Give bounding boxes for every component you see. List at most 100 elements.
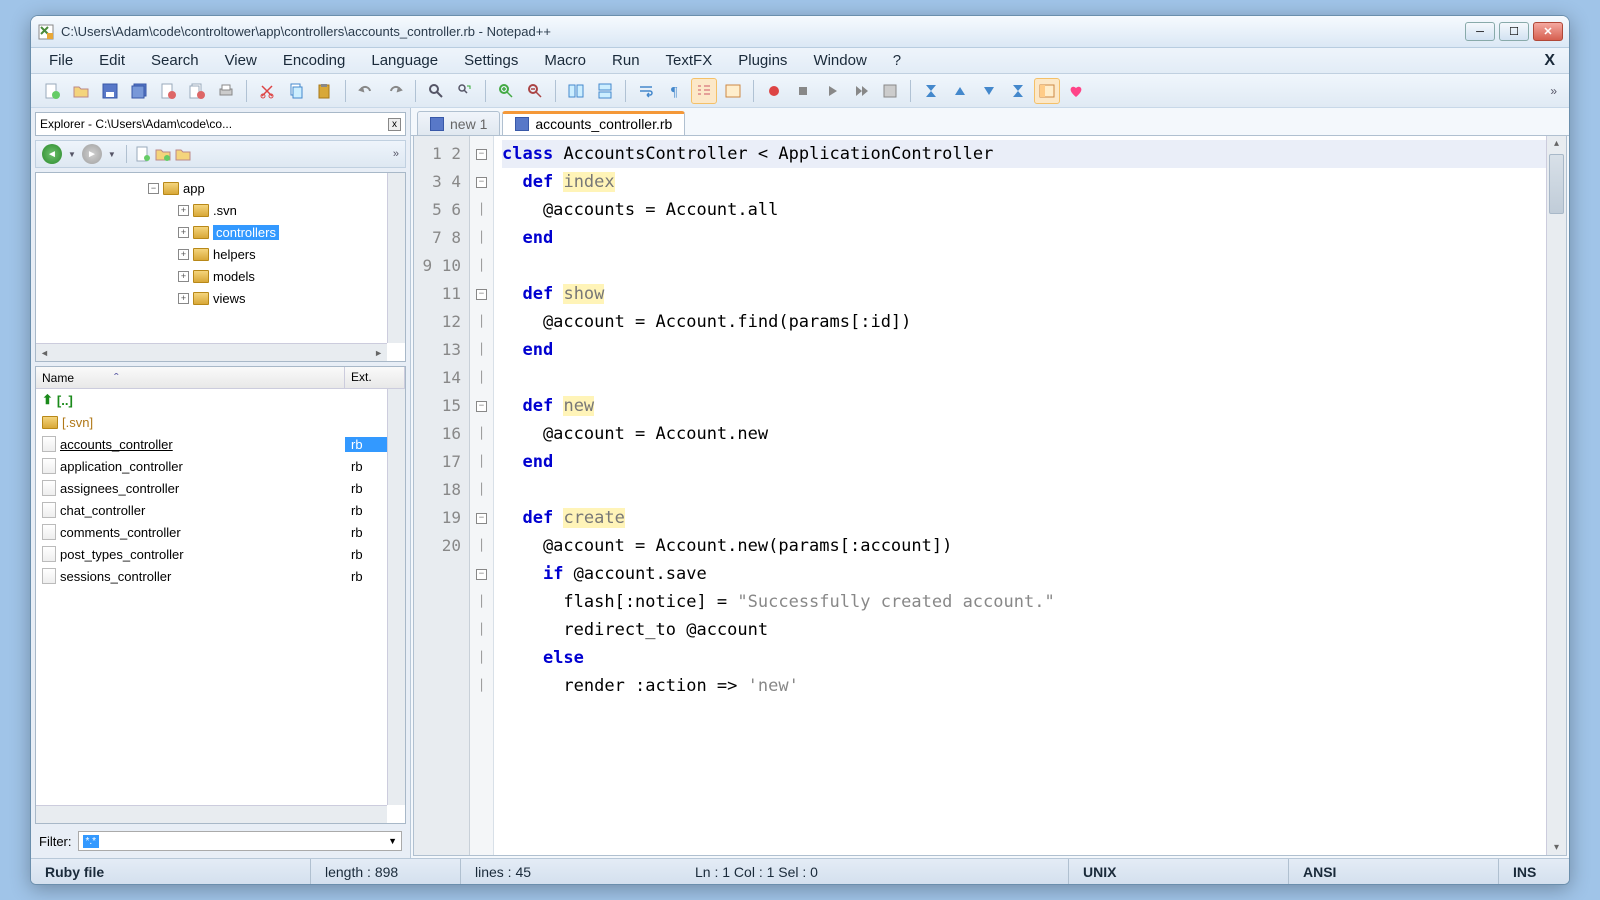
menu-window[interactable]: Window (801, 49, 878, 72)
expander-icon[interactable]: + (178, 293, 189, 304)
forward-history-dropdown[interactable]: ▼ (106, 150, 118, 159)
menu-help[interactable]: ? (881, 49, 913, 72)
tree-vscrollbar[interactable] (387, 173, 405, 343)
save-macro-button[interactable] (877, 78, 903, 104)
menu-plugins[interactable]: Plugins (726, 49, 799, 72)
tree-node[interactable]: −app (40, 177, 401, 199)
menu-language[interactable]: Language (359, 49, 450, 72)
word-wrap-button[interactable] (633, 78, 659, 104)
close-document-button[interactable]: X (1536, 52, 1563, 70)
replace-button[interactable] (452, 78, 478, 104)
explorer-close-button[interactable]: x (388, 118, 401, 131)
expander-icon[interactable]: + (178, 205, 189, 216)
sync-vscroll-button[interactable] (563, 78, 589, 104)
scrollbar-thumb[interactable] (1549, 154, 1564, 214)
menu-run[interactable]: Run (600, 49, 652, 72)
file-row[interactable]: chat_controllerrb (36, 499, 405, 521)
close-all-button[interactable] (184, 78, 210, 104)
close-file-button[interactable] (155, 78, 181, 104)
explorer-toggle-button[interactable] (1034, 78, 1060, 104)
hourglass-top-icon[interactable] (918, 78, 944, 104)
zoom-in-button[interactable] (493, 78, 519, 104)
editor-vscrollbar[interactable] (1546, 136, 1566, 855)
tab-new-1[interactable]: new 1 (417, 111, 500, 135)
run-macro-multi-button[interactable] (848, 78, 874, 104)
show-all-chars-button[interactable]: ¶ (662, 78, 688, 104)
file-row[interactable]: post_types_controllerrb (36, 543, 405, 565)
menu-textfx[interactable]: TextFX (654, 49, 725, 72)
explorer-toolbar-overflow[interactable]: » (393, 148, 399, 160)
expander-icon[interactable]: + (178, 271, 189, 282)
minimize-button[interactable]: ─ (1465, 22, 1495, 41)
record-macro-button[interactable] (761, 78, 787, 104)
tree-hscrollbar[interactable] (36, 343, 387, 361)
undo-button[interactable] (353, 78, 379, 104)
triangle-up-icon[interactable] (947, 78, 973, 104)
sync-hscroll-button[interactable] (592, 78, 618, 104)
file-row[interactable]: accounts_controllerrb (36, 433, 405, 455)
folder-icon (193, 292, 209, 305)
col-name[interactable]: Name (36, 367, 345, 388)
line-number-gutter: 1 2 3 4 5 6 7 8 9 10 11 12 13 14 15 16 1… (414, 136, 470, 855)
expander-icon[interactable]: − (148, 183, 159, 194)
file-row[interactable]: application_controllerrb (36, 455, 405, 477)
col-ext[interactable]: Ext. (345, 367, 405, 388)
file-row[interactable]: [.svn] (36, 411, 405, 433)
user-lang-button[interactable] (720, 78, 746, 104)
zoom-out-button[interactable] (522, 78, 548, 104)
code-editor[interactable]: 1 2 3 4 5 6 7 8 9 10 11 12 13 14 15 16 1… (413, 136, 1567, 856)
open-file-button[interactable] (68, 78, 94, 104)
file-row[interactable]: sessions_controllerrb (36, 565, 405, 587)
cut-button[interactable] (254, 78, 280, 104)
toolbar-overflow-button[interactable]: » (1546, 84, 1561, 98)
paste-button[interactable] (312, 78, 338, 104)
filter-combo[interactable]: *.* ▼ (78, 831, 403, 851)
code-content[interactable]: class AccountsController < ApplicationCo… (494, 136, 1566, 855)
save-button[interactable] (97, 78, 123, 104)
filelist-hscrollbar[interactable] (36, 805, 387, 823)
close-button[interactable]: ✕ (1533, 22, 1563, 41)
stop-macro-button[interactable] (790, 78, 816, 104)
menu-edit[interactable]: Edit (87, 49, 137, 72)
file-row[interactable]: comments_controllerrb (36, 521, 405, 543)
heart-icon[interactable] (1063, 78, 1089, 104)
indent-guide-button[interactable] (691, 78, 717, 104)
copy-button[interactable] (283, 78, 309, 104)
new-file-button[interactable] (39, 78, 65, 104)
file-list-header[interactable]: Name Ext. (36, 367, 405, 389)
new-folder-icon[interactable] (155, 146, 171, 162)
back-history-dropdown[interactable]: ▼ (66, 150, 78, 159)
tab-accounts-controller[interactable]: accounts_controller.rb (502, 111, 685, 135)
tree-node[interactable]: +helpers (40, 243, 401, 265)
filelist-vscrollbar[interactable] (387, 389, 405, 805)
hourglass-bottom-icon[interactable] (1005, 78, 1031, 104)
triangle-down-icon[interactable] (976, 78, 1002, 104)
open-folder-icon[interactable] (175, 146, 191, 162)
play-macro-button[interactable] (819, 78, 845, 104)
tree-node[interactable]: +.svn (40, 199, 401, 221)
tree-node[interactable]: +models (40, 265, 401, 287)
fold-gutter[interactable]: −−│││−│││−│││−│−││││ (470, 136, 494, 855)
tree-node[interactable]: +controllers (40, 221, 401, 243)
menu-view[interactable]: View (213, 49, 269, 72)
maximize-button[interactable]: ☐ (1499, 22, 1529, 41)
menu-encoding[interactable]: Encoding (271, 49, 358, 72)
new-file-icon[interactable] (135, 146, 151, 162)
tree-node[interactable]: +views (40, 287, 401, 309)
print-button[interactable] (213, 78, 239, 104)
folder-tree[interactable]: −app+.svn+controllers+helpers+models+vie… (35, 172, 406, 362)
menu-file[interactable]: File (37, 49, 85, 72)
find-button[interactable] (423, 78, 449, 104)
nav-back-button[interactable]: ◄ (42, 144, 62, 164)
menu-macro[interactable]: Macro (532, 49, 598, 72)
menu-settings[interactable]: Settings (452, 49, 530, 72)
menu-search[interactable]: Search (139, 49, 211, 72)
redo-button[interactable] (382, 78, 408, 104)
file-row[interactable]: assignees_controllerrb (36, 477, 405, 499)
file-row[interactable]: ⬆[..] (36, 389, 405, 411)
expander-icon[interactable]: + (178, 227, 189, 238)
expander-icon[interactable]: + (178, 249, 189, 260)
nav-forward-button[interactable]: ► (82, 144, 102, 164)
save-all-button[interactable] (126, 78, 152, 104)
file-list-rows[interactable]: ⬆[..][.svn]accounts_controllerrbapplicat… (36, 389, 405, 823)
